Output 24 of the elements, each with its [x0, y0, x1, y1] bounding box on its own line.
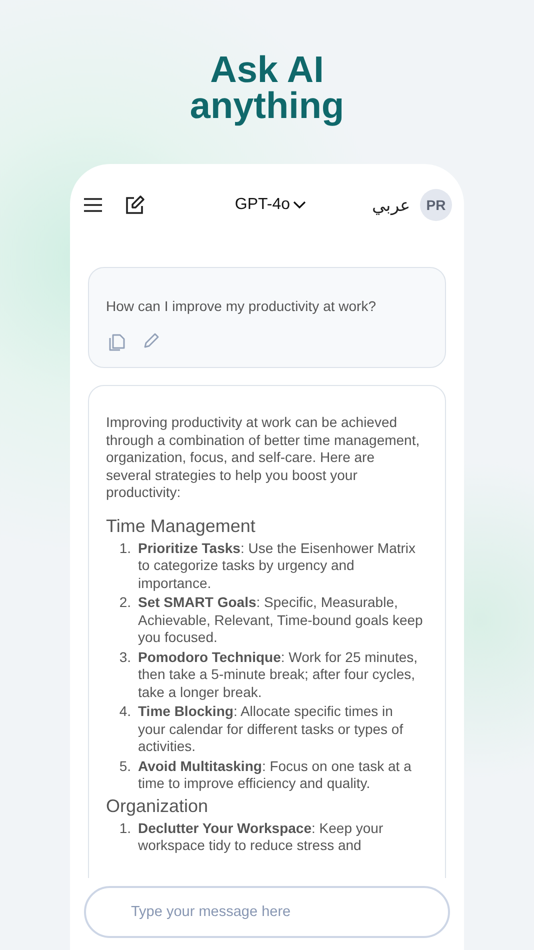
message-text: How can I improve my productivity at work? [106, 298, 377, 314]
menu-icon[interactable] [83, 197, 103, 213]
model-selector[interactable]: GPT-4o [210, 196, 306, 214]
section-heading: Time Management [106, 514, 256, 536]
list-item-text: Time Blocking: Allocate specific times in your calendar for different tasks or types of activities. [138, 703, 404, 756]
list-number: 2. [118, 594, 132, 612]
language-toggle[interactable]: عربي [372, 194, 410, 216]
section-heading: Organization [106, 794, 210, 816]
list-item-text: Prioritize Tasks: Use the Eisenhower Matrix to categorize tasks by urgency and importance. [138, 540, 417, 592]
list-item-text: Pomodoro Technique: Work for 25 minutes, then take a 5-minute break; after four cycles, take a longer break. [138, 648, 419, 701]
list-item-text: Avoid Multitasking: Focus on one task at a time to improve efficiency and quality. [138, 758, 412, 792]
avatar[interactable]: PR [420, 189, 452, 221]
list-number: 1. [118, 820, 132, 838]
headline: Ask AI anything [188, 52, 346, 124]
list-item-text: Set SMART Goals: Specific, Measurable, Achievable, Relevant, Time-bound goals keep you focused. [138, 594, 423, 646]
list-item-text: Declutter Your Workspace: Keep your workspace tidy to reduce stress and [138, 820, 384, 854]
message-input[interactable]: Type your message here [84, 886, 450, 938]
list-number: 4. [118, 703, 132, 721]
chevron-down-icon [293, 201, 306, 209]
list-number: 1. [118, 540, 132, 558]
list-number: 3. [118, 648, 132, 666]
new-chat-icon[interactable] [125, 195, 145, 215]
response-paragraph: Improving productivity at work can be achieved through a combination of better time management, organization, focus, and self-care. Here are several strategies to help you boost your productivity: [106, 414, 421, 502]
list-number: 5. [118, 758, 132, 776]
